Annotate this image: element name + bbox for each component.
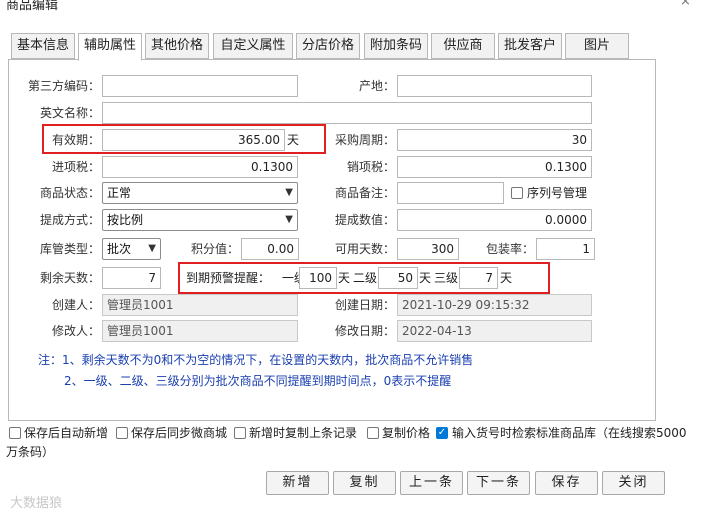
copy-price-checkbox[interactable]: [367, 427, 379, 439]
tab-extra-barcodes[interactable]: 附加条码: [364, 33, 428, 59]
serial-mgmt-checkbox[interactable]: [511, 187, 523, 199]
status-select[interactable]: 正常 ▼: [102, 182, 298, 204]
note-line-2: 2、一级、二级、三级分别为批次商品不同提醒到期时间点，0表示不提醒: [64, 374, 452, 388]
remark-label: 商品备注：: [334, 186, 395, 200]
remaining-days-label: 剩余天数：: [39, 271, 100, 285]
created-date-field: 2021-10-29 09:15:32: [397, 294, 592, 316]
sync-mall-label: 保存后同步微商城: [131, 426, 228, 440]
commission-method-select[interactable]: 按比例 ▼: [102, 209, 298, 231]
commission-method-label: 提成方式：: [39, 213, 100, 227]
created-date-label: 创建日期：: [334, 298, 395, 312]
origin-label: 产地：: [358, 79, 395, 93]
alert-level3-label: 三级: [434, 271, 459, 285]
modifier-field: 管理员1001: [102, 320, 298, 342]
commission-method-value: 按比例: [107, 213, 144, 227]
title-bar: 商品编辑 ×: [0, 0, 703, 20]
next-record-button[interactable]: 下一条: [467, 471, 530, 495]
creator-field: 管理员1001: [102, 294, 298, 316]
status-select-value: 正常: [107, 186, 132, 200]
tab-suppliers[interactable]: 供应商: [431, 33, 495, 59]
close-button[interactable]: 关闭: [602, 471, 665, 495]
tab-custom-attributes[interactable]: 自定义属性: [213, 33, 293, 59]
pack-rate-label: 包装率：: [485, 242, 534, 256]
pack-rate-input[interactable]: 1: [536, 238, 595, 260]
sync-mall-checkbox[interactable]: [116, 427, 128, 439]
barcode-search-checkbox[interactable]: ✓: [436, 427, 448, 439]
english-name-input[interactable]: [102, 102, 592, 124]
copy-price-label: 复制价格: [382, 426, 431, 440]
usable-days-label: 可用天数：: [334, 242, 395, 256]
points-label: 积分值：: [190, 242, 239, 256]
save-button[interactable]: 保存: [535, 471, 598, 495]
output-tax-label: 销项税：: [346, 160, 395, 174]
expiry-alert-label: 到期预警提醒：: [186, 271, 271, 285]
alert-level2-label: 二级: [353, 271, 378, 285]
purchase-cycle-label: 采购周期：: [334, 133, 395, 147]
modified-date-label: 修改日期：: [334, 324, 395, 338]
alert-level1-input[interactable]: 100: [299, 267, 337, 289]
tab-branch-prices[interactable]: 分店价格: [296, 33, 360, 59]
copy-last-label: 新增时复制上条记录: [249, 426, 358, 440]
alert-level3-unit: 天: [500, 271, 513, 285]
status-label: 商品状态：: [39, 186, 100, 200]
modified-date-field: 2022-04-13: [397, 320, 592, 342]
purchase-cycle-input[interactable]: 30: [397, 129, 592, 151]
stock-type-label: 库管类型：: [39, 242, 100, 256]
alert-level1-unit: 天: [338, 271, 351, 285]
prev-record-button[interactable]: 上一条: [400, 471, 463, 495]
alert-level3-input[interactable]: 7: [459, 267, 498, 289]
tab-images[interactable]: 图片: [565, 33, 629, 59]
window-title: 商品编辑: [6, 0, 59, 13]
third-code-label: 第三方编码：: [27, 79, 100, 93]
remaining-days-input[interactable]: 7: [102, 267, 161, 289]
copy-last-checkbox[interactable]: [234, 427, 246, 439]
creator-label: 创建人：: [51, 298, 100, 312]
chevron-down-icon: ▼: [285, 214, 293, 225]
check-icon: ✓: [437, 427, 447, 438]
alert-level2-input[interactable]: 50: [378, 267, 418, 289]
new-button[interactable]: 新增: [266, 471, 329, 495]
tab-other-prices[interactable]: 其他价格: [145, 33, 209, 59]
usable-days-input[interactable]: 300: [397, 238, 459, 260]
barcode-search-label: 输入货号时检索标准商品库（在线搜索5000: [452, 426, 687, 440]
alert-level2-unit: 天: [419, 271, 432, 285]
remark-input[interactable]: [397, 182, 504, 204]
close-icon[interactable]: ×: [680, 0, 691, 9]
tab-wholesale-customers[interactable]: 批发客户: [498, 33, 562, 59]
note-line-1: 注：1、剩余天数不为0和不为空的情况下，在设置的天数内，批次商品不允许销售: [38, 353, 474, 367]
serial-mgmt-label: 序列号管理: [527, 186, 588, 200]
english-name-label: 英文名称：: [39, 106, 100, 120]
barcode-search-label-cont: 万条码）: [6, 445, 55, 459]
origin-input[interactable]: [397, 75, 592, 97]
tab-bar: 基本信息 辅助属性 其他价格 自定义属性 分店价格 附加条码 供应商 批发客户 …: [8, 33, 658, 61]
chevron-down-icon: ▼: [148, 243, 156, 254]
commission-value-input[interactable]: 0.0000: [397, 209, 592, 231]
chevron-down-icon: ▼: [285, 187, 293, 198]
validity-highlight-box: [42, 124, 326, 154]
points-input[interactable]: 0.00: [241, 238, 299, 260]
modifier-label: 修改人：: [51, 324, 100, 338]
auto-new-checkbox[interactable]: [9, 427, 21, 439]
copy-button[interactable]: 复制: [333, 471, 396, 495]
watermark: 大数据狼: [10, 496, 63, 511]
output-tax-input[interactable]: 0.1300: [397, 156, 592, 178]
tab-basic-info[interactable]: 基本信息: [11, 33, 75, 59]
third-code-input[interactable]: [102, 75, 298, 97]
input-tax-label: 进项税：: [51, 160, 100, 174]
input-tax-input[interactable]: 0.1300: [102, 156, 298, 178]
stock-type-value: 批次: [107, 242, 132, 256]
tab-auxiliary-attributes[interactable]: 辅助属性: [78, 33, 142, 61]
commission-value-label: 提成数值：: [334, 213, 395, 227]
auto-new-label: 保存后自动新增: [24, 426, 109, 440]
stock-type-select[interactable]: 批次 ▼: [102, 238, 161, 260]
